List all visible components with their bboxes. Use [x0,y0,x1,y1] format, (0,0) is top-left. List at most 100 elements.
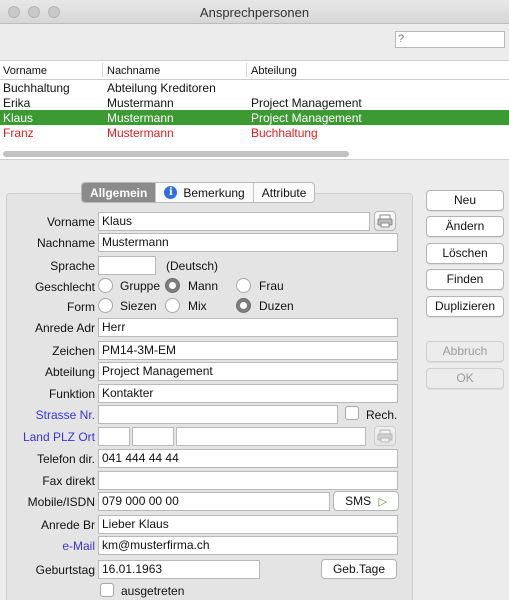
sprache-field[interactable] [98,256,156,275]
send-icon: ▷ [378,496,387,508]
vorname-label: Vorname [46,215,95,229]
sprache-hint: (Deutsch) [166,259,219,273]
plz-field[interactable] [132,427,174,446]
anrede-br-label: Anrede Br [40,518,95,532]
finden-button[interactable]: Finden [426,269,504,290]
column-header-vorname[interactable]: Vorname [3,65,47,77]
telefon-field[interactable]: 041 444 44 44 [98,449,398,468]
sms-label: SMS [345,494,372,508]
anrede-adr-label: Anrede Adr [34,321,95,335]
list-header: Vorname Nachname Abteilung [0,61,509,80]
search-input[interactable]: ? [395,31,505,48]
abbruch-button[interactable]: Abbruch [426,341,504,362]
fax-label: Fax direkt [42,474,95,488]
window-title: Ansprechpersonen [199,5,310,20]
vorname-field[interactable]: Klaus [98,212,370,231]
fax-field[interactable] [98,471,398,490]
radio-mann[interactable] [165,278,180,293]
rech-label: Rech. [366,408,398,422]
printer-icon [377,214,393,228]
printer-icon [377,429,393,443]
funktion-label: Funktion [48,387,95,401]
tab-bemerkung[interactable]: i Bemerkung [156,183,254,202]
abteilung-label: Abteilung [44,365,95,379]
radio-mann-label: Mann [188,279,219,293]
abteilung-field[interactable]: Project Management [98,362,398,381]
contacts-list: Vorname Nachname Abteilung Buchhaltung A… [0,60,509,160]
print-button[interactable] [374,211,396,231]
cell-abteilung: Project Management [251,111,362,125]
cell-vorname: Klaus [3,111,34,125]
title-bar: Ansprechpersonen [0,0,509,24]
cell-nachname: Mustermann [107,111,174,125]
radio-gruppe[interactable] [98,278,113,293]
zeichen-label: Zeichen [52,344,95,358]
anrede-adr-field[interactable]: Herr [98,318,398,337]
info-icon: i [164,186,178,199]
telefon-label: Telefon dir. [36,452,95,466]
aendern-button[interactable]: Ändern [426,216,504,237]
column-header-nachname[interactable]: Nachname [107,65,160,77]
radio-duzen-label: Duzen [259,299,294,313]
neu-button[interactable]: Neu [426,190,504,211]
cell-vorname: Franz [3,126,34,140]
cell-vorname: Erika [3,96,31,110]
ort-lookup-button[interactable] [374,426,396,446]
column-header-abteilung[interactable]: Abteilung [251,65,297,77]
strasse-field[interactable] [98,405,338,424]
radio-mix[interactable] [165,298,180,313]
cell-vorname: Buchhaltung [3,81,70,95]
funktion-field[interactable]: Kontakter [98,384,398,403]
rech-checkbox[interactable] [345,406,359,420]
cell-nachname: Abteilung Kreditoren [107,81,216,95]
cell-abteilung: Buchhaltung [251,126,318,140]
nachname-field[interactable]: Mustermann [98,233,398,252]
email-field[interactable]: km@musterfirma.ch [98,536,398,555]
ausgetreten-checkbox[interactable] [100,583,114,597]
geb-tage-button[interactable]: Geb.Tage [321,559,397,579]
radio-duzen[interactable] [236,298,251,313]
anrede-br-field[interactable]: Lieber Klaus [98,515,398,534]
land-field[interactable] [98,427,130,446]
ort-field[interactable] [176,427,366,446]
duplizieren-button[interactable]: Duplizieren [426,296,504,317]
geburtstag-label: Geburtstag [35,563,95,577]
zeichen-field[interactable]: PM14-3M-EM [98,341,398,360]
land-plz-ort-link[interactable]: Land PLZ Ort [23,430,95,444]
tab-allgemein-label: Allgemein [90,185,148,200]
strasse-link[interactable]: Strasse Nr. [36,408,95,422]
ok-button[interactable]: OK [426,368,504,389]
cell-nachname: Mustermann [107,126,174,140]
loeschen-button[interactable]: Löschen [426,243,504,264]
cell-abteilung: Project Management [251,96,362,110]
geschlecht-label: Geschlecht [34,280,95,294]
mobile-field[interactable]: 079 000 00 00 [98,492,330,511]
column-separator [102,63,103,77]
tab-attribute-label: Attribute [261,185,307,200]
geburtstag-field[interactable]: 16.01.1963 [98,560,260,579]
form-label: Form [67,300,95,314]
radio-siezen[interactable] [98,298,113,313]
tab-allgemein[interactable]: Allgemein [82,183,157,202]
radio-frau-label: Frau [259,279,284,293]
email-link[interactable]: e-Mail [62,539,95,553]
radio-gruppe-label: Gruppe [120,279,161,293]
horizontal-scrollbar[interactable] [3,151,349,157]
nachname-label: Nachname [36,236,95,250]
tab-bemerkung-label: Bemerkung [183,185,245,200]
column-separator [246,63,247,77]
sprache-label: Sprache [50,259,95,273]
sms-button[interactable]: SMS ▷ [333,491,399,511]
radio-siezen-label: Siezen [120,299,157,313]
tab-attribute[interactable]: Attribute [254,183,315,202]
cell-nachname: Mustermann [107,96,174,110]
tab-bar: Allgemein i Bemerkung Attribute [81,182,316,203]
list-row-selected[interactable]: Klaus Mustermann Project Management [0,110,509,125]
list-row[interactable]: Erika Mustermann Project Management [0,95,509,110]
ausgetreten-label: ausgetreten [121,584,185,598]
list-row[interactable]: Franz Mustermann Buchhaltung [0,125,509,140]
radio-frau[interactable] [236,278,251,293]
radio-mix-label: Mix [188,299,207,313]
mobile-label: Mobile/ISDN [27,495,95,509]
list-row[interactable]: Buchhaltung Abteilung Kreditoren [0,80,509,95]
